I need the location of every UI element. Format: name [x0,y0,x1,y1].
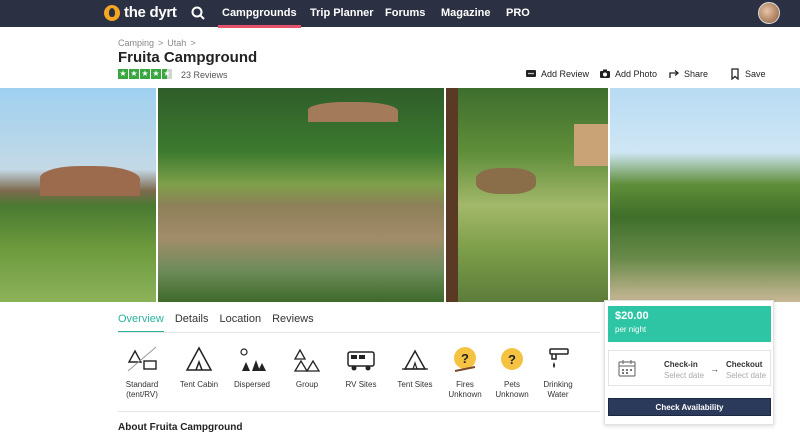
amenity-fires: ? Fires Unknown [441,345,489,400]
page-title: Fruita Campground [118,49,258,66]
add-review-button[interactable]: Add Review [525,68,589,80]
tent-sites-icon [402,349,428,370]
check-availability-button[interactable]: Check Availability [608,398,771,416]
section-tabs: Overview Details Location Reviews [118,313,325,333]
amenity-label: Fires Unknown [448,380,482,399]
breadcrumb-camping[interactable]: Camping [118,38,154,48]
amenity-label: Group [295,380,319,389]
svg-text:?: ? [508,352,516,367]
star-icon: ★ [151,69,161,79]
nav-magazine[interactable]: Magazine [441,7,491,19]
nav-trip-planner[interactable]: Trip Planner [310,7,374,19]
checkin-label: Check-in [664,360,698,369]
checkout-placeholder: Select date [726,371,767,380]
search-icon[interactable] [190,5,206,21]
breadcrumb-separator: > [190,38,196,48]
amenity-label: Tent Sites [397,380,433,389]
amenity-tent-cabin: Tent Cabin [175,345,223,390]
share-label: Share [684,69,709,79]
add-photo-button[interactable]: Add Photo [599,68,657,80]
save-button[interactable]: Save [729,68,766,80]
logo[interactable]: the dyrt [104,4,177,21]
calendar-icon [618,360,636,377]
share-icon [669,70,680,78]
fire-unknown-icon: ? [454,347,476,372]
amenity-tent-sites: Tent Sites [391,345,439,390]
star-rating: ★ ★ ★ ★ ★ [118,69,172,79]
svg-text:?: ? [461,351,469,366]
date-picker[interactable]: Check-in Select date → Checkout Select d… [608,350,771,386]
amenity-rv-sites: RV Sites [337,345,385,390]
tent-cabin-icon [185,346,213,371]
add-photo-label: Add Photo [615,69,658,79]
tent-rv-icon [127,346,157,372]
half-star-icon: ★ [162,69,172,79]
checkin-field[interactable]: Check-in Select date [664,360,704,380]
logo-text: the dyrt [124,4,177,21]
faucet-icon [549,348,569,368]
star-icon: ★ [140,69,150,79]
amenity-group: Group [283,345,331,390]
pet-unknown-icon: ? [501,348,523,370]
amenity-label: Tent Cabin [179,380,219,389]
save-label: Save [745,69,766,79]
campground-photo[interactable] [446,88,608,302]
campground-photo[interactable] [610,88,800,302]
price-unit: per night [615,325,647,334]
about-heading: About Fruita Campground [118,422,243,433]
rv-icon [347,351,375,371]
breadcrumb: Camping > Utah > [118,38,196,48]
amenity-label: Standard (tent/RV) [125,380,159,399]
amenity-label: Drinking Water [543,380,573,399]
price-box: $20.00 per night [608,306,771,342]
amenity-label: RV Sites [345,380,377,389]
divider [118,411,600,412]
amenity-dispersed: Dispersed [228,345,276,390]
reviews-count[interactable]: 23 Reviews [181,70,228,80]
arrow-right-icon: → [710,364,719,374]
nav-campgrounds[interactable]: Campgrounds [218,7,301,28]
top-nav: the dyrt Campgrounds Trip Planner Forums… [0,0,800,28]
group-icon [293,348,321,372]
share-button[interactable]: Share [668,68,708,80]
tab-overview[interactable]: Overview [118,313,164,333]
campground-photo[interactable] [0,88,156,302]
checkout-label: Checkout [726,360,763,369]
amenity-label: Pets Unknown [495,380,529,399]
add-review-label: Add Review [541,69,590,79]
tab-details[interactable]: Details [175,313,209,333]
amenity-pets: ? Pets Unknown [488,345,536,400]
breadcrumb-utah[interactable]: Utah [167,38,186,48]
bookmark-icon [731,68,739,80]
nav-pro[interactable]: PRO [506,7,530,19]
tab-reviews[interactable]: Reviews [272,313,314,333]
checkout-field[interactable]: Checkout Select date [726,360,766,380]
logo-icon [104,4,120,21]
camera-icon [600,69,610,78]
amenity-drinking-water: Drinking Water [534,345,582,400]
checkin-placeholder: Select date [664,371,705,380]
divider [118,332,600,333]
booking-card: $20.00 per night Check-in Select date → … [604,300,774,425]
breadcrumb-separator: > [158,38,164,48]
avatar[interactable] [758,2,780,24]
amenity-standard: Standard (tent/RV) [118,345,166,400]
star-icon: ★ [118,69,128,79]
tab-location[interactable]: Location [219,313,261,333]
nav-forums[interactable]: Forums [385,7,425,19]
campground-photo[interactable] [158,88,444,302]
comment-icon [526,70,536,77]
price-amount: $20.00 [615,310,649,322]
dispersed-icon [240,348,266,371]
amenity-label: Dispersed [233,380,270,389]
photo-gallery [0,88,800,302]
star-icon: ★ [129,69,139,79]
